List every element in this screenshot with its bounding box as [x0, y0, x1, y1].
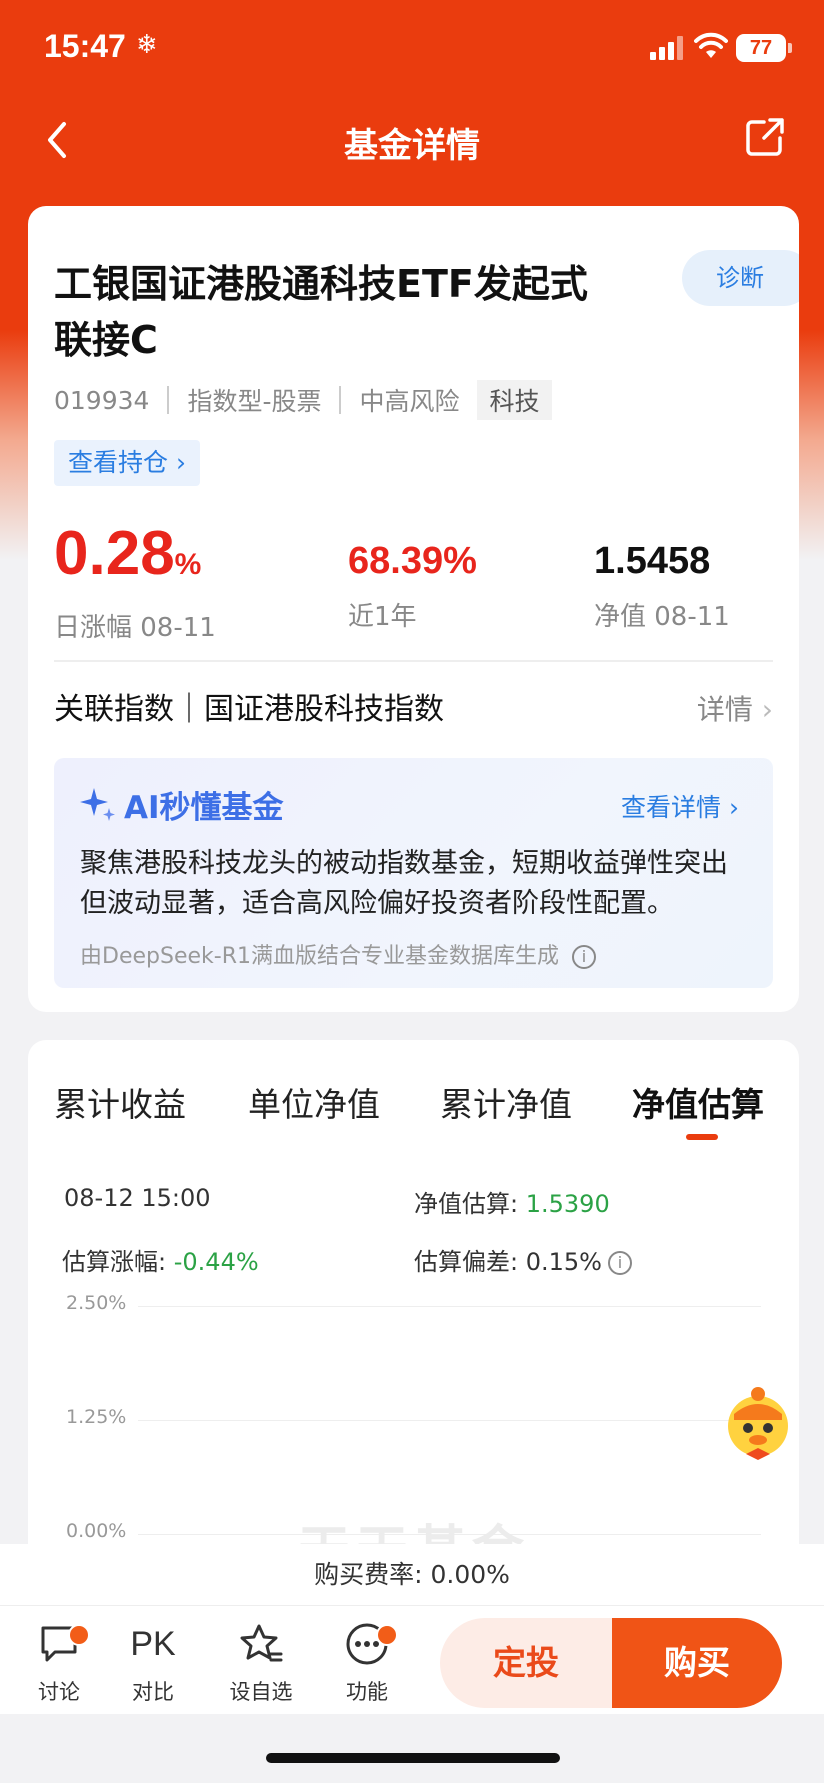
bottom-action-bar: 讨论 PK 对比 设自选 功能 定投 购买: [0, 1606, 824, 1714]
fund-type: 指数型-股票: [187, 387, 322, 416]
home-area: [0, 1714, 824, 1783]
y-tick-label: 0.00%: [66, 1520, 127, 1542]
auto-invest-button[interactable]: 定投: [440, 1618, 612, 1708]
chevron-right-icon: ›: [175, 448, 186, 477]
estimate-time: 08-12 15:00: [64, 1184, 211, 1212]
buy-button[interactable]: 购买: [612, 1618, 782, 1708]
page-title: 基金详情: [344, 126, 480, 166]
estimate-change: 估算涨幅: -0.44%: [62, 1248, 259, 1276]
discuss-label: 讨论: [38, 1680, 80, 1704]
nav-stat: 1.5458 净值 08-11: [594, 530, 730, 633]
ai-summary-box: AI秒懂基金 查看详情 › 聚焦港股科技龙头的被动指数基金，短期收益弹性突出但波…: [54, 758, 773, 988]
diagnose-button[interactable]: 诊断: [682, 250, 799, 306]
fund-info-card: 工银国证港股通科技ETF发起式联接C 诊断 019934 指数型-股票 中高风险…: [28, 206, 799, 1012]
nav-value: 1.5458: [594, 540, 711, 582]
fund-code: 019934: [54, 385, 150, 415]
daily-change-value: 0.28%: [54, 519, 202, 588]
tab-cumulative-return[interactable]: 累计收益: [54, 1078, 186, 1126]
tab-unit-nav[interactable]: 单位净值: [248, 1078, 380, 1126]
mascot-assistant-icon[interactable]: [716, 1380, 800, 1464]
chart-tabs: 累计收益 单位净值 累计净值 净值估算: [28, 1078, 799, 1158]
chevron-right-icon: ›: [729, 793, 739, 822]
estimate-value: 净值估算: 1.5390: [414, 1190, 610, 1218]
estimate-deviation: 估算偏差: 0.15% i: [414, 1242, 632, 1277]
home-indicator[interactable]: [266, 1753, 560, 1763]
view-holdings-label: 查看持仓: [68, 448, 169, 477]
gridline: [138, 1420, 761, 1421]
one-year-value: 68.39%: [348, 540, 477, 582]
share-icon[interactable]: [744, 116, 786, 158]
one-year-stat: 68.39% 近1年: [348, 530, 477, 633]
tab-nav-estimate[interactable]: 净值估算: [632, 1078, 764, 1126]
chart-card: 累计收益 单位净值 累计净值 净值估算 08-12 15:00 净值估算: 1.…: [28, 1040, 799, 1600]
chevron-right-icon: ›: [761, 693, 773, 726]
battery-indicator: 77: [736, 34, 792, 62]
info-icon[interactable]: i: [607, 1251, 632, 1275]
view-holdings-button[interactable]: 查看持仓 ›: [54, 440, 200, 486]
fund-tag: 科技: [477, 380, 552, 420]
snowflake-icon: ❄: [136, 30, 158, 60]
pk-icon: PK: [130, 1625, 176, 1663]
y-tick-label: 1.25%: [66, 1406, 127, 1428]
functions-label: 功能: [346, 1680, 388, 1704]
compare-label: 对比: [132, 1680, 174, 1704]
ai-summary-text: 聚焦港股科技龙头的被动指数基金，短期收益弹性突出但波动显著，适合高风险偏好投资者…: [80, 848, 728, 919]
discuss-button[interactable]: 讨论: [14, 1620, 104, 1706]
add-watchlist-label: 设自选: [229, 1680, 293, 1704]
cellular-signal-icon: [650, 36, 683, 60]
nav-bar: 基金详情: [0, 100, 824, 180]
nav-label: 净值 08-11: [594, 602, 730, 632]
ai-source-note: 由DeepSeek-R1满血版结合专业基金数据库生成 i: [80, 938, 596, 970]
separator: [339, 386, 342, 414]
divider: [54, 660, 773, 662]
fund-name: 工银国证港股通科技ETF发起式联接C: [54, 262, 588, 362]
wifi-icon: [694, 32, 728, 58]
status-bar: 15:47 ❄ 77: [0, 0, 824, 96]
status-time: 15:47: [44, 28, 126, 64]
active-tab-indicator: [686, 1134, 718, 1140]
separator: [167, 386, 170, 414]
functions-button[interactable]: 功能: [322, 1620, 412, 1706]
gridline: [138, 1306, 761, 1307]
tab-cumulative-nav[interactable]: 累计净值: [440, 1078, 572, 1126]
info-icon[interactable]: i: [571, 945, 596, 969]
one-year-label: 近1年: [348, 602, 417, 632]
add-watchlist-button[interactable]: 设自选: [216, 1620, 306, 1706]
ai-sparkle-icon: [80, 788, 115, 821]
star-list-icon: [240, 1624, 283, 1662]
ai-title: AI秒懂基金: [124, 790, 284, 826]
ai-view-details-link[interactable]: 查看详情 ›: [621, 788, 739, 824]
daily-change-stat: 0.28% 日涨幅 08-11: [54, 516, 216, 644]
fund-meta-row: 019934 指数型-股票 中高风险 科技: [54, 380, 552, 420]
compare-button[interactable]: PK 对比: [108, 1620, 198, 1706]
daily-change-label: 日涨幅 08-11: [54, 613, 216, 643]
related-index-label: 关联指数｜国证港股科技指数: [54, 692, 444, 727]
notification-badge: [68, 1624, 90, 1646]
index-detail-link[interactable]: 详情 ›: [697, 682, 773, 738]
purchase-fee-bar: 购买费率: 0.00%: [0, 1544, 824, 1606]
fund-risk: 中高风险: [359, 387, 460, 416]
notification-badge: [376, 1624, 398, 1646]
y-tick-label: 2.50%: [66, 1292, 127, 1314]
related-index-row[interactable]: 关联指数｜国证港股科技指数 详情 ›: [54, 682, 773, 738]
